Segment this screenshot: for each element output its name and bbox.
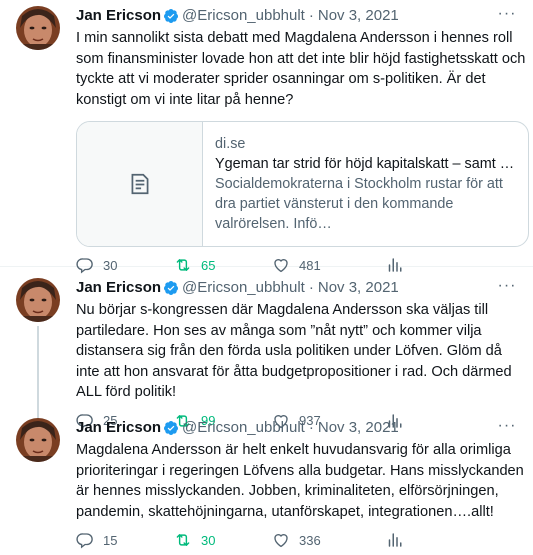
card-thumbnail [77, 122, 203, 246]
tweet-text: Nu börjar s-kongressen där Magdalena And… [76, 302, 512, 400]
tweet-header: Jan Ericson @Ericson_ubbhult · Nov 3, 20… [76, 276, 517, 298]
author-handle[interactable]: @Ericson_ubbhult [182, 418, 305, 438]
heart-icon [272, 531, 290, 549]
author-name[interactable]: Jan Ericson [76, 6, 161, 26]
like-button[interactable]: 336 [272, 531, 370, 549]
avatar[interactable] [16, 6, 60, 50]
tweet-content: Jan Ericson @Ericson_ubbhult · Nov 3, 20… [76, 416, 524, 555]
separator-dot: · [308, 279, 314, 296]
retweet-icon [174, 531, 192, 549]
more-options-icon[interactable]: ··· [497, 416, 517, 436]
separator-dot: · [308, 7, 314, 24]
tweet[interactable]: Jan Ericson @Ericson_ubbhult · Nov 3, 20… [0, 0, 533, 267]
analytics-button[interactable] [385, 531, 405, 549]
tweet-date[interactable]: Nov 3, 2021 [318, 6, 399, 26]
tweet-date[interactable]: Nov 3, 2021 [318, 278, 399, 298]
author-handle[interactable]: @Ericson_ubbhult [182, 278, 305, 298]
author-name[interactable]: Jan Ericson [76, 278, 161, 298]
separator-dot: · [308, 419, 314, 436]
card-description: Socialdemokraterna i Stockholm rustar fö… [215, 176, 503, 232]
card-title: Ygeman tar strid för höjd kapitalskatt –… [215, 156, 516, 172]
verified-badge-icon [163, 420, 179, 436]
article-icon [127, 171, 153, 197]
verified-badge-icon [163, 280, 179, 296]
retweet-count: 30 [201, 532, 216, 548]
card-body: di.se Ygeman tar strid för höjd kapitals… [203, 122, 528, 246]
more-options-icon[interactable]: ··· [497, 4, 517, 24]
tweet[interactable]: Jan Ericson @Ericson_ubbhult · Nov 3, 20… [0, 267, 533, 407]
tweet[interactable]: Jan Ericson @Ericson_ubbhult · Nov 3, 20… [0, 407, 533, 555]
avatar[interactable] [16, 418, 60, 462]
tweet-content: Jan Ericson @Ericson_ubbhult · Nov 3, 20… [76, 4, 529, 266]
reply-count: 15 [103, 532, 118, 548]
tweet-header: Jan Ericson @Ericson_ubbhult · Nov 3, 20… [76, 4, 517, 26]
tweet-header: Jan Ericson @Ericson_ubbhult · Nov 3, 20… [76, 416, 517, 438]
tweet-date[interactable]: Nov 3, 2021 [318, 418, 399, 438]
avatar-column [16, 278, 64, 424]
tweet-actions: 15 30 336 [76, 530, 517, 550]
avatar-column [16, 418, 64, 555]
avatar-column [16, 6, 64, 266]
reply-button[interactable]: 15 [76, 531, 174, 549]
tweet-text: Magdalena Andersson är helt enkelt huvud… [76, 442, 524, 520]
verified-badge-icon [163, 8, 179, 24]
reply-icon [76, 531, 94, 549]
timeline: Jan Ericson @Ericson_ubbhult · Nov 3, 20… [0, 0, 533, 555]
like-count: 336 [299, 532, 321, 548]
link-card[interactable]: di.se Ygeman tar strid för höjd kapitals… [76, 121, 529, 247]
card-domain: di.se [215, 136, 246, 152]
analytics-icon [385, 531, 403, 549]
tweet-content: Jan Ericson @Ericson_ubbhult · Nov 3, 20… [76, 276, 517, 407]
author-handle[interactable]: @Ericson_ubbhult [182, 6, 305, 26]
avatar[interactable] [16, 278, 60, 322]
author-name[interactable]: Jan Ericson [76, 418, 161, 438]
more-options-icon[interactable]: ··· [497, 276, 517, 296]
tweet-text: I min sannolikt sista debatt med Magdale… [76, 30, 526, 108]
retweet-button[interactable]: 30 [174, 531, 272, 549]
